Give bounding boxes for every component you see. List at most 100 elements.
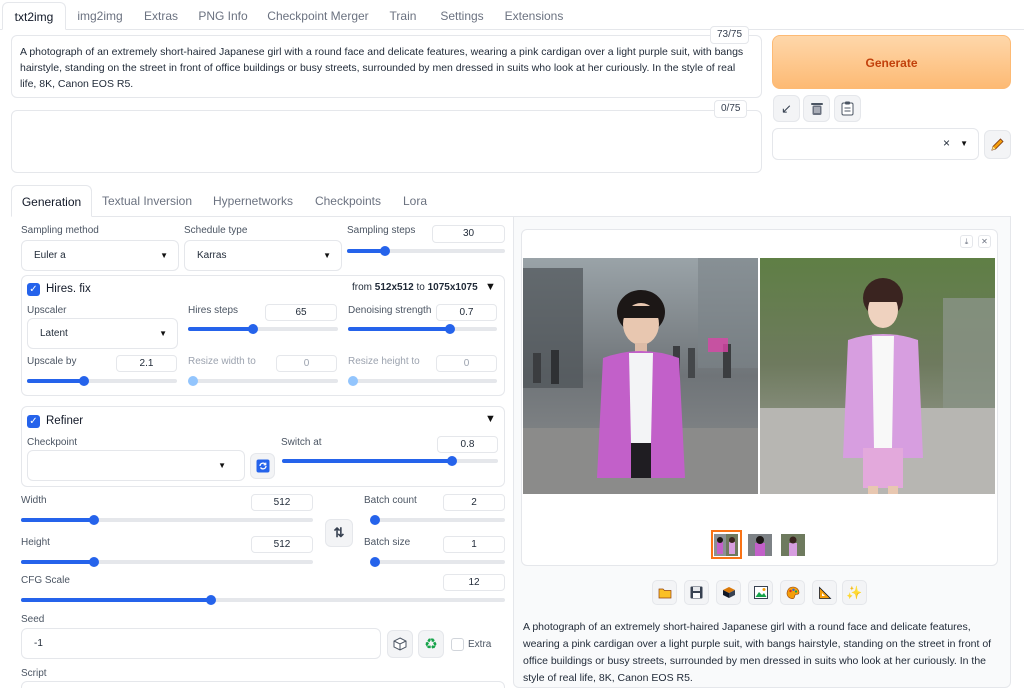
clear-prompt-button[interactable] [803,95,830,122]
denoising-strength-slider[interactable] [348,324,497,334]
generate-button[interactable]: Generate [772,35,1011,89]
extra-seed-label: Extra [468,639,492,650]
resize-height-input[interactable]: 0 [436,355,497,372]
send-to-inpaint-button[interactable] [780,580,805,605]
styles-dropdown[interactable]: × ▼ [772,128,979,160]
seed-label: Seed [21,614,45,625]
swap-dimensions-button[interactable]: ⇅ [325,519,353,547]
upscaler-label: Upscaler [27,305,67,316]
close-icon[interactable]: ✕ [978,235,991,248]
output-image[interactable] [523,258,995,494]
save-button[interactable] [684,580,709,605]
script-dropdown[interactable] [21,681,505,688]
chevron-down-icon: ▼ [323,251,331,260]
tab-txt2img[interactable]: txt2img [2,2,66,30]
tab-lora[interactable]: Lora [396,185,434,217]
height-slider[interactable] [21,557,313,567]
cfg-scale-slider[interactable] [21,595,505,605]
thumbnail-grid[interactable] [714,534,738,556]
batch-count-slider[interactable] [370,515,505,525]
seed-input[interactable]: -1 [21,628,381,659]
resize-width-slider[interactable] [188,376,338,386]
negative-prompt-input[interactable] [11,110,762,173]
prompt-input[interactable]: A photograph of an extremely short-haire… [11,35,762,98]
collapse-triangle-icon[interactable]: ▼ [485,413,496,425]
hires-to-size: 1075x1075 [427,282,478,293]
resize-height-slider[interactable] [348,376,497,386]
sampling-steps-slider[interactable] [347,246,505,256]
arrow-down-left-icon: ↙ [781,100,792,116]
folder-icon [658,588,671,598]
send-to-img2img-button[interactable] [748,580,773,605]
resize-height-label: Resize height to [348,356,420,367]
random-seed-button[interactable] [387,630,413,658]
tab-png-info[interactable]: PNG Info [192,2,254,30]
download-icon[interactable]: ⤓ [960,235,973,248]
open-folder-button[interactable] [652,580,677,605]
schedule-type-dropdown[interactable]: Karras ▼ [184,240,342,271]
denoising-strength-input[interactable]: 0.7 [436,304,497,321]
chevron-down-icon: ▼ [218,461,226,470]
upscale-by-slider[interactable] [27,376,177,386]
tab-generation[interactable]: Generation [11,185,92,217]
refiner-checkbox[interactable]: ✓ [27,415,40,428]
height-input[interactable]: 512 [251,536,313,553]
sampling-method-dropdown[interactable]: Euler a ▼ [21,240,179,271]
resize-width-input[interactable]: 0 [276,355,337,372]
cfg-scale-input[interactable]: 12 [443,574,505,591]
hires-steps-slider[interactable] [188,324,338,334]
tab-textual-inversion[interactable]: Textual Inversion [98,185,196,217]
sampling-steps-input[interactable]: 30 [432,225,505,243]
hires-size-info: from 512x512 to 1075x1075 [352,282,478,293]
thumbnail-1[interactable] [748,534,772,556]
negative-token-counter: 0/75 [714,100,748,118]
refiner-title: Refiner [46,415,84,427]
sampling-method-label: Sampling method [21,225,99,236]
refresh-checkpoints-button[interactable] [250,453,275,479]
hires-steps-input[interactable]: 65 [265,304,337,321]
switch-at-slider[interactable] [282,456,498,466]
tab-settings[interactable]: Settings [432,2,492,30]
read-params-button[interactable]: ↙ [773,95,800,122]
tab-extras[interactable]: Extras [136,2,186,30]
image-icon [753,586,768,599]
hires-steps-label: Hires steps [188,305,239,316]
sampling-steps-label: Sampling steps [347,225,416,236]
edit-styles-button[interactable] [984,130,1011,159]
collapse-triangle-icon[interactable]: ▼ [485,281,496,293]
zip-button[interactable] [716,580,741,605]
tab-train[interactable]: Train [382,2,424,30]
apply-styles-button[interactable] [834,95,861,122]
width-slider[interactable] [21,515,313,525]
refiner-checkpoint-dropdown[interactable]: ▼ [27,450,245,481]
thumbnail-2[interactable] [781,534,805,556]
create-video-button[interactable]: ✨ [842,580,867,605]
hires-fix-checkbox[interactable]: ✓ [27,283,40,296]
upscale-by-input[interactable]: 2.1 [116,355,177,372]
seed-value: -1 [34,638,43,649]
tab-checkpoints[interactable]: Checkpoints [308,185,388,217]
schedule-type-label: Schedule type [184,225,248,236]
tab-extensions[interactable]: Extensions [498,2,570,30]
batch-count-input[interactable]: 2 [443,494,505,511]
batch-size-label: Batch size [364,537,411,548]
prompt-text: A photograph of an extremely short-haire… [20,46,744,90]
width-input[interactable]: 512 [251,494,313,511]
pencil-icon [991,138,1004,151]
send-to-extras-button[interactable] [812,580,837,605]
triangle-ruler-icon [818,586,831,599]
extra-seed-checkbox[interactable] [451,638,464,651]
save-icon [690,586,703,599]
switch-at-input[interactable]: 0.8 [437,436,498,453]
styles-clear-icon[interactable]: × [943,129,950,158]
tab-img2img[interactable]: img2img [68,2,132,30]
batch-count-label: Batch count [364,495,417,506]
batch-size-slider[interactable] [370,557,505,567]
tab-checkpoint-merger[interactable]: Checkpoint Merger [262,2,374,30]
tab-hypernetworks[interactable]: Hypernetworks [206,185,300,217]
hires-from-text: from [352,282,372,293]
reuse-seed-button[interactable]: ♻ [418,630,444,658]
upscaler-dropdown[interactable]: Latent ▼ [27,318,178,349]
batch-size-input[interactable]: 1 [443,536,505,553]
sparkles-icon: ✨ [846,584,863,600]
